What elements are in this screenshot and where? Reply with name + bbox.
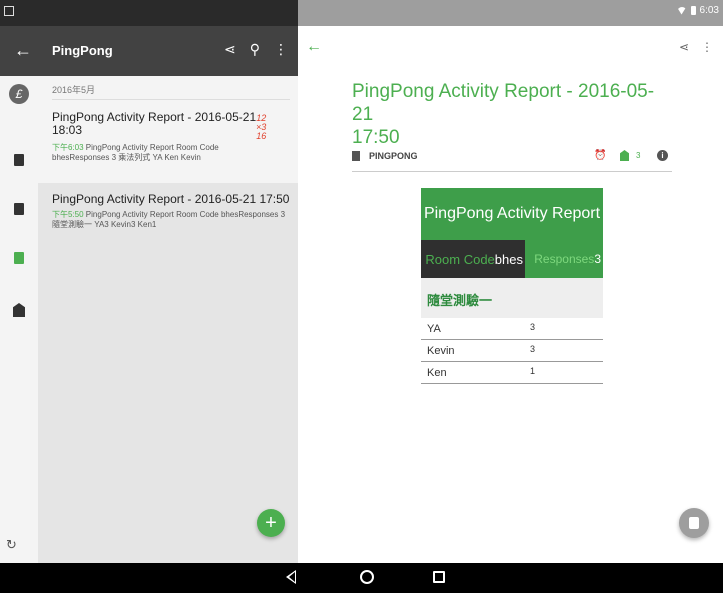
table-row: YA 3	[421, 318, 603, 340]
score-table: YA 3 Kevin 3 Ken 1	[421, 318, 603, 384]
notebook-title: PingPong	[52, 43, 113, 58]
note-title: PingPong Activity Report - 2016-05-21 17…	[52, 192, 290, 206]
notebook-icon	[14, 252, 24, 264]
battery-icon	[690, 6, 696, 15]
sync-icon[interactable]: ↻	[6, 537, 17, 553]
lock-icon	[689, 517, 699, 529]
info-icon[interactable]: i	[657, 150, 668, 161]
lock-icon[interactable]	[620, 150, 629, 161]
responses-label: Responses	[534, 252, 595, 266]
quiz-section: 隨堂測驗一	[421, 278, 603, 318]
account-avatar[interactable]: £	[9, 84, 29, 104]
lock-note-button[interactable]	[679, 508, 709, 538]
share-icon[interactable]: ⋖	[679, 40, 689, 54]
note-snippet: 下午6:03 PingPong Activity Report Room Cod…	[52, 143, 219, 152]
left-toolbar: ← PingPong ⋖ ⚲ ⋮	[0, 26, 298, 76]
more-menu-icon[interactable]: ⋮	[701, 40, 713, 54]
responses-count: 3	[594, 252, 601, 266]
add-note-button[interactable]: +	[257, 509, 285, 537]
search-icon[interactable]: ⚲	[250, 41, 260, 58]
nav-rail	[0, 26, 38, 563]
student-score: 1	[530, 366, 536, 376]
system-nav-bar	[0, 563, 723, 593]
table-row: Ken 1	[421, 362, 603, 384]
quiz-title: 隨堂測驗一	[427, 293, 493, 308]
status-time: 6:03	[699, 5, 719, 16]
room-code-row: Room Code bhes Responses 3	[421, 240, 603, 278]
note-icon	[14, 203, 24, 215]
back-arrow-icon[interactable]: ←	[14, 40, 32, 61]
note-time: 下午6:03	[52, 143, 84, 152]
notification-icon	[4, 6, 14, 16]
handwriting-thumbnail: 12 ×3 16	[256, 113, 267, 141]
nav-back-icon[interactable]	[286, 570, 296, 584]
note-time: 下午5:50	[52, 210, 84, 219]
account-icon: £	[9, 84, 29, 104]
lock-count: 3	[636, 151, 641, 160]
more-menu-icon[interactable]: ⋮	[274, 41, 288, 58]
note-snippet-line2: bhesResponses 3 乘法列式 YA Ken Kevin	[52, 153, 201, 162]
note-snippet-line2: 隨堂測驗一 YA3 Kevin3 Ken1	[52, 220, 157, 229]
student-name: YA	[427, 323, 441, 335]
month-header: 2016年5月	[52, 85, 96, 95]
app-root: 6:03 ← PingPong ⋖ ⚲ ⋮ £ ↻ 2016年5月 PingPo…	[0, 0, 723, 593]
list-item-selected[interactable]: PingPong Activity Report - 2016-05-21 17…	[38, 183, 298, 563]
notebooks-icon	[14, 154, 24, 166]
rail-notes[interactable]	[9, 199, 29, 219]
status-bar-right: 6:03	[298, 0, 723, 26]
share-icon[interactable]: ⋖	[224, 41, 236, 58]
status-bar-left	[0, 0, 298, 26]
reminder-icon[interactable]: ⏰	[594, 150, 606, 161]
nav-recents-icon[interactable]	[433, 571, 445, 583]
room-code: bhes	[494, 251, 523, 267]
nav-home-icon[interactable]	[360, 570, 374, 584]
rail-notebooks[interactable]	[9, 150, 29, 170]
note-snippet: 下午5:50 PingPong Activity Report Room Cod…	[52, 210, 286, 219]
student-score: 3	[530, 344, 536, 354]
wifi-icon	[676, 6, 687, 15]
note-title: PingPong Activity Report - 2016-05-21	[52, 110, 257, 124]
student-score: 3	[530, 322, 536, 332]
student-name: Ken	[427, 367, 447, 379]
report-header: PingPong Activity Report	[421, 188, 603, 240]
note-meta-row: PINGPONG ⏰ 3 i	[352, 148, 672, 172]
rail-locked[interactable]	[9, 300, 29, 320]
notebook-label[interactable]: PINGPONG	[369, 151, 418, 161]
table-row: Kevin 3	[421, 340, 603, 362]
right-back-icon[interactable]: ←	[306, 38, 322, 56]
room-code-label: Room Code	[425, 251, 495, 267]
student-name: Kevin	[427, 345, 455, 357]
divider	[52, 99, 290, 100]
notebook-icon	[352, 151, 360, 161]
lock-icon	[13, 303, 25, 317]
note-title-heading: PingPong Activity Report - 2016-05-21 17…	[352, 81, 655, 148]
rail-current-notebook[interactable]	[9, 248, 29, 268]
note-title-line2: 18:03	[52, 123, 83, 137]
